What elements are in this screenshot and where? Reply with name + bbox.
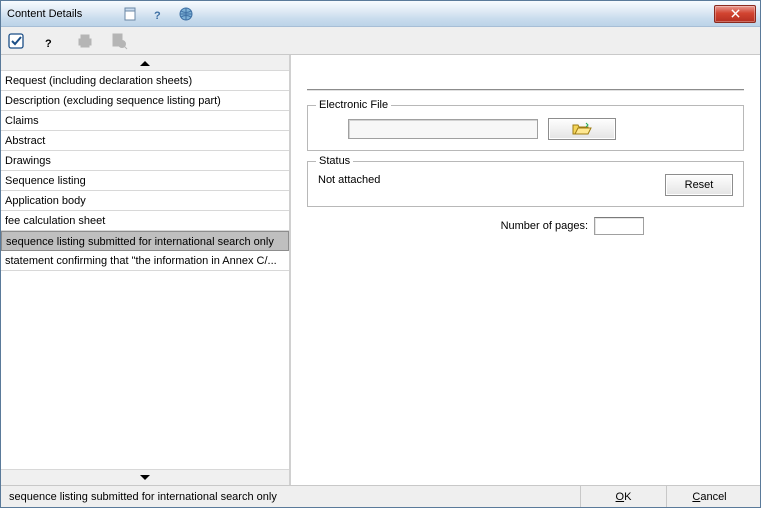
folder-open-icon [572,122,592,136]
list-item[interactable]: Abstract [1,131,289,151]
dialog-body: Request (including declaration sheets)De… [1,55,760,485]
browse-button[interactable] [548,118,616,140]
reset-button-label: Reset [685,179,714,191]
toolbar: ? [1,27,760,55]
list-item[interactable]: sequence listing submitted for internati… [1,231,289,251]
detail-pane: Electronic File Status [291,55,760,485]
preview-icon [109,31,129,51]
status-value: Not attached [318,174,665,186]
svg-text:?: ? [45,38,52,50]
statusbar: sequence listing submitted for internati… [1,485,760,507]
list-item[interactable]: Request (including declaration sheets) [1,71,289,91]
print-icon [75,31,95,51]
list-item[interactable]: Drawings [1,151,289,171]
scroll-up-button[interactable] [1,55,289,71]
status-legend: Status [316,155,353,167]
validate-button[interactable] [7,31,27,51]
close-button[interactable] [714,5,756,23]
list-item[interactable]: statement confirming that "the informati… [1,251,289,271]
print-button [75,31,95,51]
titlebar: Content Details ? [1,1,760,27]
electronic-file-legend: Electronic File [316,99,391,111]
list-item[interactable]: Description (excluding sequence listing … [1,91,289,111]
ok-button[interactable]: OK [580,486,666,507]
help-button[interactable]: ? [41,31,61,51]
help-icon: ? [41,31,61,51]
chevron-up-icon [139,59,151,67]
pages-row: Number of pages: [307,217,744,235]
titlebar-parent-icons: ? [122,6,194,22]
content-details-window: Content Details ? ? Request (inc [0,0,761,508]
chevron-down-icon [139,474,151,482]
pages-label: Number of pages: [501,220,588,232]
scroll-down-button[interactable] [1,469,289,485]
close-icon [731,9,740,18]
window-title: Content Details [7,8,82,20]
statusbar-text: sequence listing submitted for internati… [9,491,580,503]
validate-icon [7,31,27,51]
pages-input[interactable] [594,217,644,235]
list-item[interactable]: Application body [1,191,289,211]
content-list-pane: Request (including declaration sheets)De… [1,55,291,485]
reset-button[interactable]: Reset [665,174,733,196]
svg-text:?: ? [154,10,161,22]
status-group: Status Not attached Reset [307,161,744,207]
document-icon [122,6,138,22]
list-item[interactable]: fee calculation sheet [1,211,289,231]
list-item[interactable]: Sequence listing [1,171,289,191]
content-list[interactable]: Request (including declaration sheets)De… [1,71,289,469]
electronic-file-group: Electronic File [307,105,744,151]
electronic-file-path [348,119,538,139]
help-icon: ? [150,6,166,22]
preview-button [109,31,129,51]
list-item[interactable]: Claims [1,111,289,131]
globe-icon [178,6,194,22]
cancel-button[interactable]: Cancel [666,486,752,507]
